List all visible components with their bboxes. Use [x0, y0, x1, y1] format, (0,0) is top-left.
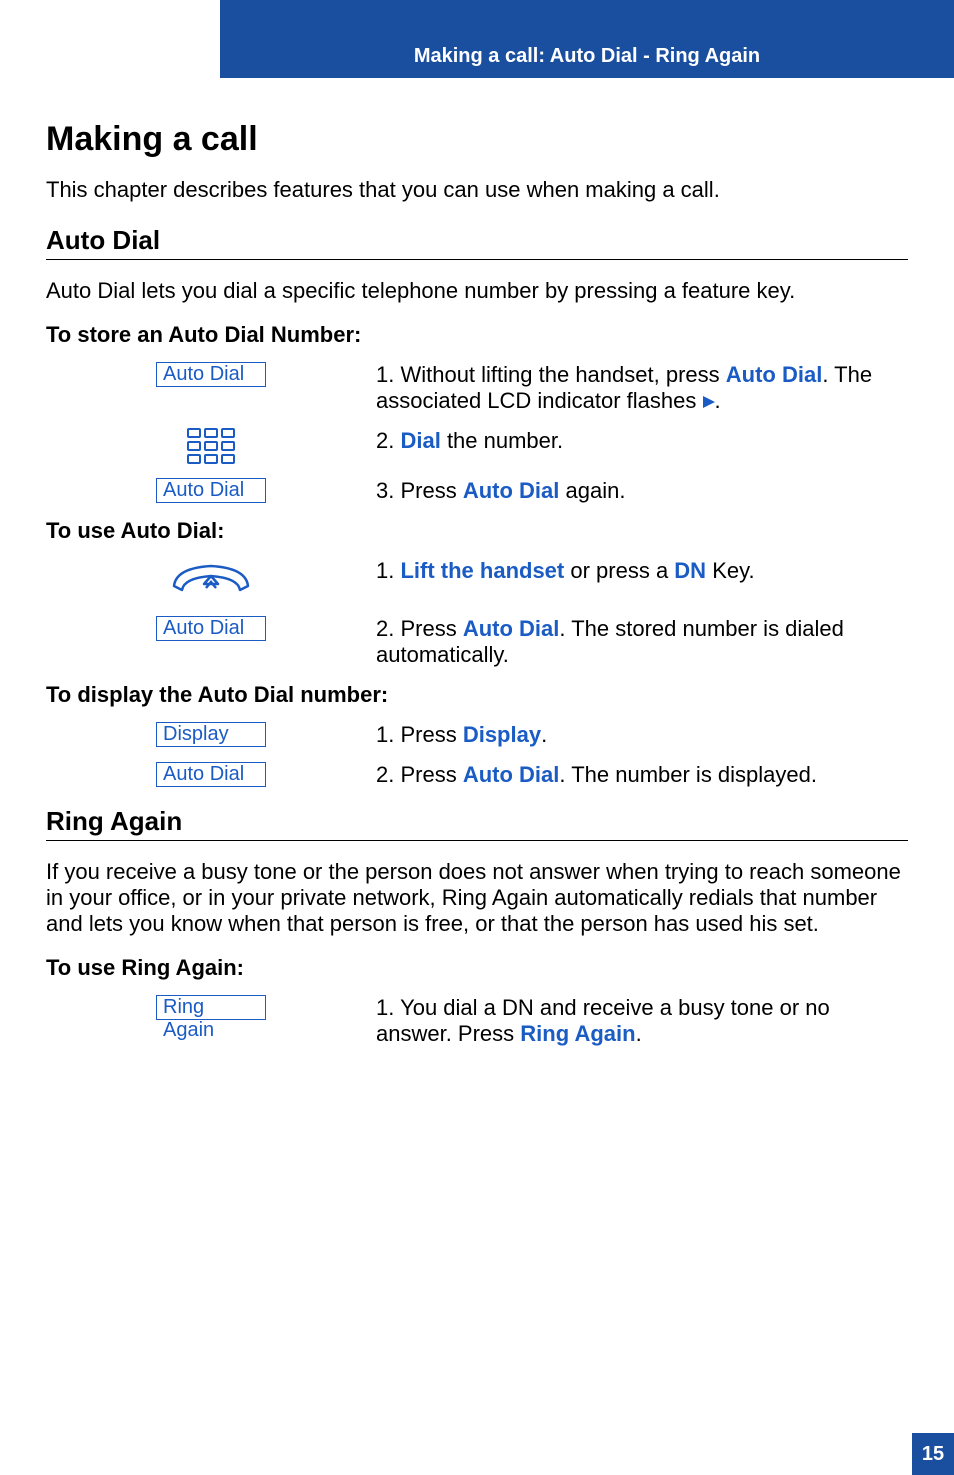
section-auto-dial: Auto Dial: [46, 225, 908, 260]
display-step-1-text: 1. Press Display.: [376, 722, 908, 748]
t: Key.: [706, 558, 755, 583]
section-ring-again: Ring Again: [46, 806, 908, 841]
auto-dial-keyword: Auto Dial: [463, 762, 560, 787]
page-header: Making a call: Auto Dial - Ring Again: [220, 0, 954, 78]
softkey-auto-dial: Auto Dial: [156, 762, 266, 787]
display-step-2-text: 2. Press Auto Dial. The number is dis­pl…: [376, 762, 908, 788]
page-content: Making a call This chapter describes fea…: [0, 78, 954, 1047]
store-step-2-text: 2. Dial the number.: [376, 428, 908, 454]
store-step-1: Auto Dial 1. Without lifting the handset…: [46, 362, 908, 414]
t: 2. Press: [376, 616, 463, 641]
use-step-2: Auto Dial 2. Press Auto Dial. The stored…: [46, 616, 908, 668]
store-heading: To store an Auto Dial Number:: [46, 322, 908, 348]
auto-dial-keyword: Auto Dial: [726, 362, 823, 387]
store-step-3: Auto Dial 3. Press Auto Dial again.: [46, 478, 908, 504]
t: .: [636, 1021, 642, 1046]
use-heading: To use Auto Dial:: [46, 518, 908, 544]
display-step-1: Display 1. Press Display.: [46, 722, 908, 748]
use-step-1-text: 1. Lift the handset or press a DN Key.: [376, 558, 908, 584]
store-step-1-text: 1. Without lifting the handset, press Au…: [376, 362, 908, 414]
handset-icon: [166, 558, 256, 602]
softkey-ring-again: Ring Again: [156, 995, 266, 1020]
flash-arrow-icon: [703, 396, 715, 408]
t: again.: [559, 478, 625, 503]
t: .: [715, 388, 721, 413]
page-number-value: 15: [922, 1443, 944, 1466]
auto-dial-lead: Auto Dial lets you dial a specific telep…: [46, 278, 908, 304]
page-title: Making a call: [46, 120, 908, 159]
display-step-2: Auto Dial 2. Press Auto Dial. The number…: [46, 762, 908, 788]
t: 1. Without lifting the handset, press: [376, 362, 726, 387]
t: 3. Press: [376, 478, 463, 503]
t: 2.: [376, 428, 400, 453]
use-step-2-text: 2. Press Auto Dial. The stored number is…: [376, 616, 908, 668]
ring-again-step-1-text: 1. You dial a DN and receive a busy tone…: [376, 995, 908, 1047]
header-title: Making a call: Auto Dial - Ring Again: [414, 45, 760, 68]
store-step-3-text: 3. Press Auto Dial again.: [376, 478, 908, 504]
softkey-auto-dial: Auto Dial: [156, 616, 266, 641]
use-step-1: 1. Lift the handset or press a DN Key.: [46, 558, 908, 602]
keypad-icon: [187, 428, 235, 464]
t: 1. Press: [376, 722, 463, 747]
t: . The number is dis­played.: [559, 762, 817, 787]
auto-dial-keyword: Auto Dial: [463, 478, 560, 503]
t: the number.: [441, 428, 563, 453]
lift-handset-keyword: Lift the handset: [400, 558, 564, 583]
softkey-display: Display: [156, 722, 266, 747]
t: or press a: [564, 558, 674, 583]
page-number: 15: [912, 1433, 954, 1475]
display-keyword: Display: [463, 722, 541, 747]
ring-again-keyword: Ring Again: [520, 1021, 635, 1046]
ring-again-step-1: Ring Again 1. You dial a DN and receive …: [46, 995, 908, 1047]
dn-keyword: DN: [674, 558, 706, 583]
t: 2. Press: [376, 762, 463, 787]
display-heading: To display the Auto Dial number:: [46, 682, 908, 708]
softkey-auto-dial: Auto Dial: [156, 478, 266, 503]
t: 1.: [376, 558, 400, 583]
store-step-2: 2. Dial the number.: [46, 428, 908, 464]
dial-keyword: Dial: [400, 428, 440, 453]
ring-again-lead: If you receive a busy tone or the person…: [46, 859, 908, 937]
t: .: [541, 722, 547, 747]
auto-dial-keyword: Auto Dial: [463, 616, 560, 641]
chapter-intro: This chapter describes features that you…: [46, 177, 908, 203]
softkey-auto-dial: Auto Dial: [156, 362, 266, 387]
ring-again-use-heading: To use Ring Again:: [46, 955, 908, 981]
